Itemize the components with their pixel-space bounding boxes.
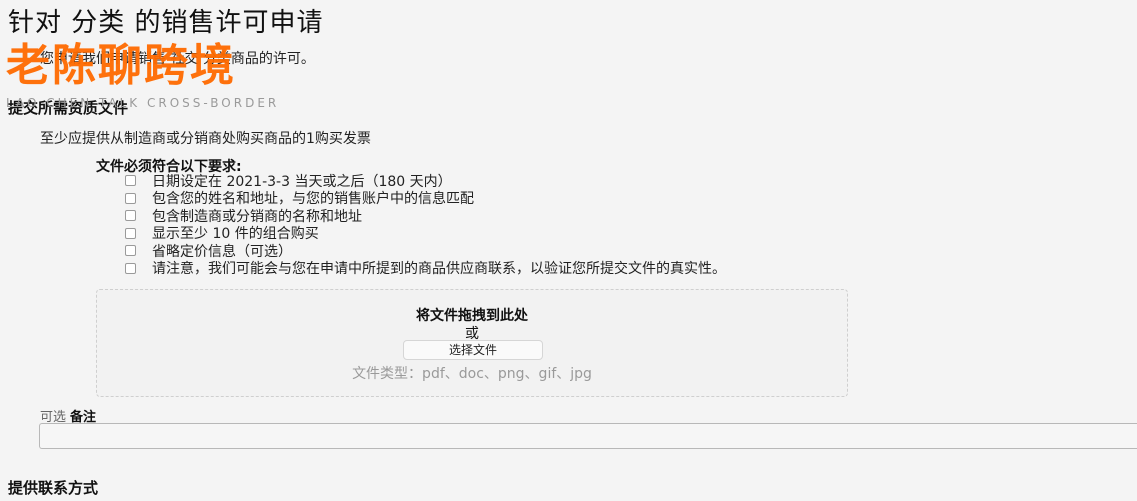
requirement-item: 日期设定在 2021-3-3 当天或之后（180 天内）	[125, 172, 726, 190]
notes-input[interactable]	[39, 423, 1137, 449]
requirement-item: 包含您的姓名和地址，与您的销售账户中的信息匹配	[125, 190, 726, 207]
requirement-checkbox[interactable]	[125, 192, 136, 204]
requirement-label: 请注意，我们可能会与您在申请中所提到的商品供应商联系，以验证您所提交文件的真实性…	[152, 261, 726, 278]
watermark-brand: 老陈聊跨境	[6, 40, 236, 91]
requirement-item: 请注意，我们可能会与您在申请中所提到的商品供应商联系，以验证您所提交文件的真实性…	[125, 260, 726, 278]
requirement-checkbox[interactable]	[125, 210, 136, 222]
requirement-item: 包含制造商或分销商的名称和地址	[125, 207, 726, 225]
watermark-logo: 老陈聊跨境 LAO CHEN TALK CROSS-BORDER	[6, 40, 280, 111]
watermark-subtitle: LAO CHEN TALK CROSS-BORDER	[6, 96, 280, 110]
choose-file-button[interactable]: 选择文件	[403, 340, 543, 360]
requirement-checkbox[interactable]	[125, 245, 136, 257]
file-types-hint: 文件类型：pdf、doc、png、gif、jpg	[352, 366, 592, 382]
requirements-list: 日期设定在 2021-3-3 当天或之后（180 天内） 包含您的姓名和地址，与…	[125, 172, 726, 277]
dropzone-label: 将文件拖拽到此处	[416, 308, 528, 324]
page-title: 针对 分类 的销售许可申请	[8, 8, 324, 38]
requirement-item: 显示至少 10 件的组合购买	[125, 225, 726, 242]
requirement-checkbox[interactable]	[125, 262, 136, 274]
contact-section-heading: 提供联系方式	[8, 479, 99, 497]
file-dropzone[interactable]: 将文件拖拽到此处 或 选择文件 文件类型：pdf、doc、png、gif、jpg	[96, 289, 848, 397]
documents-requirement-text: 至少应提供从制造商或分销商处购买商品的1购买发票	[40, 131, 371, 147]
requirement-checkbox[interactable]	[125, 175, 136, 187]
requirement-item: 省略定价信息（可选）	[125, 242, 726, 260]
requirement-checkbox[interactable]	[125, 227, 136, 239]
